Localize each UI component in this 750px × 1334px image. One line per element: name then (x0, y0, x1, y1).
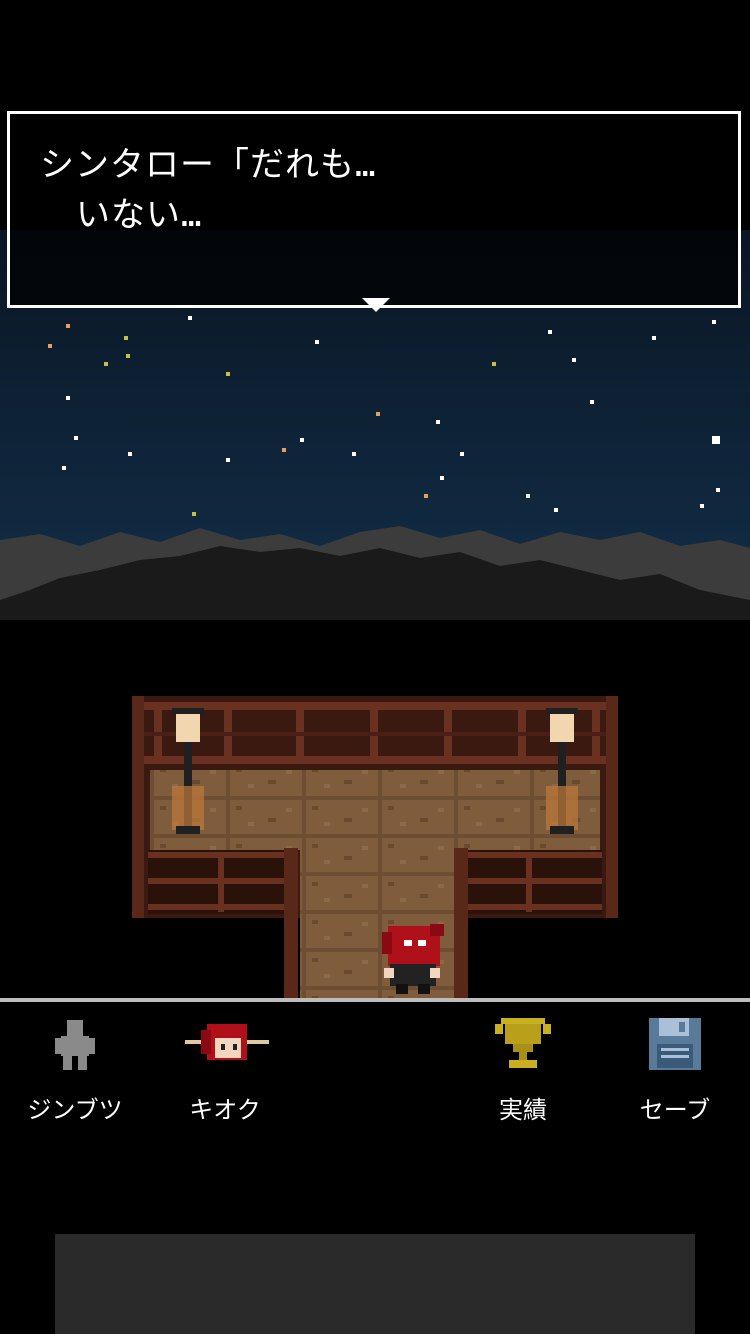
bottom-menu: ジンブツ キオク 実績 セーブ (0, 1002, 750, 1124)
achievements-label: 実績 (499, 1096, 547, 1124)
dialog-line-1: シンタロー「だれも… (40, 145, 377, 185)
floppy-disk-icon (649, 1018, 701, 1070)
trophy-icon (495, 1018, 551, 1068)
save-label: セーブ (639, 1096, 711, 1124)
memory-face-icon (185, 1024, 269, 1060)
characters-button[interactable]: ジンブツ (10, 1016, 140, 1124)
player-character[interactable] (382, 924, 444, 994)
advance-arrow-icon (362, 298, 390, 312)
memory-label: キオク (189, 1096, 261, 1124)
memory-button[interactable]: キオク (160, 1016, 290, 1124)
achievements-button[interactable]: 実績 (458, 1016, 588, 1124)
characters-label: ジンブツ (27, 1096, 123, 1124)
bottom-ad-panel (55, 1234, 695, 1334)
dialog-box[interactable]: シンタロー「だれも… いない… (7, 111, 741, 312)
person-silhouette-icon (55, 1020, 95, 1070)
dialog-text: シンタロー「だれも… いない… (40, 140, 376, 240)
save-button[interactable]: セーブ (610, 1016, 740, 1124)
dialog-line-2: いない… (76, 195, 203, 235)
